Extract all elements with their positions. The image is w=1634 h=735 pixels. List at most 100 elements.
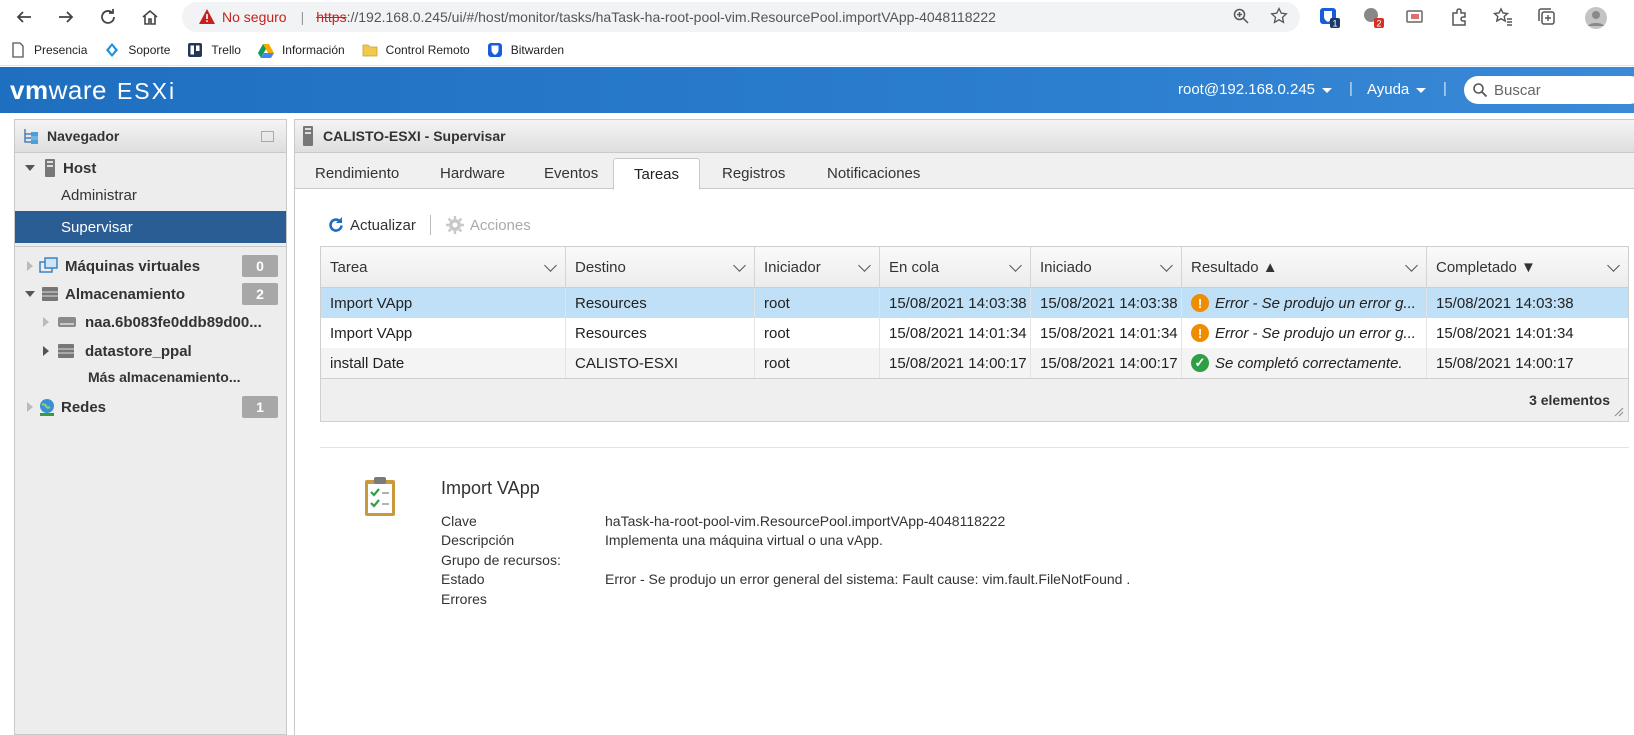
column-header-completado[interactable]: Completado ▼ bbox=[1427, 247, 1628, 288]
help-menu[interactable]: Ayuda bbox=[1367, 81, 1427, 98]
nav-host[interactable]: Host bbox=[15, 153, 286, 183]
address-bar[interactable]: No seguro | https://192.168.0.245/ui/#/h… bbox=[182, 2, 1300, 32]
gear-icon bbox=[445, 216, 464, 234]
column-menu-chevron-icon[interactable] bbox=[858, 259, 871, 272]
search-box[interactable] bbox=[1464, 76, 1634, 104]
collapse-panel-icon[interactable] bbox=[261, 131, 274, 142]
back-arrow-icon[interactable] bbox=[10, 4, 38, 30]
tab-hardware[interactable]: Hardware bbox=[420, 158, 525, 189]
column-header-resultado[interactable]: Resultado ▲ bbox=[1182, 247, 1427, 288]
favorites-list-icon[interactable] bbox=[1492, 6, 1514, 28]
cell-initiator: root bbox=[755, 318, 880, 348]
bitwarden-icon bbox=[487, 42, 502, 57]
search-input[interactable] bbox=[1494, 81, 1634, 99]
ext-badge-1: 1 bbox=[1332, 19, 1337, 29]
actions-label: Acciones bbox=[469, 216, 531, 234]
bookmark-trello[interactable]: Trello bbox=[187, 42, 241, 58]
result-text: Se completó correctamente. bbox=[1215, 354, 1403, 372]
column-menu-chevron-icon[interactable] bbox=[1405, 259, 1418, 272]
bookmark-presencia[interactable]: Presencia bbox=[10, 41, 87, 58]
detail-key-clave: Clave bbox=[441, 513, 477, 529]
column-header-en-cola[interactable]: En cola bbox=[880, 247, 1031, 288]
column-menu-chevron-icon[interactable] bbox=[1009, 259, 1022, 272]
nav-storage[interactable]: Almacenamiento 2 bbox=[15, 279, 286, 309]
tab-registros[interactable]: Registros bbox=[702, 158, 805, 189]
column-header-iniciador[interactable]: Iniciador bbox=[755, 247, 880, 288]
cell-started: 15/08/2021 14:03:38 bbox=[1031, 288, 1182, 318]
item-count: 3 elementos bbox=[1529, 392, 1610, 408]
column-menu-chevron-icon[interactable] bbox=[1607, 259, 1620, 272]
expand-triangle-icon[interactable] bbox=[25, 291, 35, 297]
nav-disk[interactable]: naa.6b083fe0ddb89d00... bbox=[15, 307, 286, 337]
nav-more-storage[interactable]: Más almacenamiento... bbox=[15, 362, 286, 392]
home-icon[interactable] bbox=[136, 4, 164, 30]
help-label: Ayuda bbox=[1367, 81, 1410, 98]
bookmark-bitwarden[interactable]: Bitwarden bbox=[487, 42, 564, 58]
forward-arrow-icon[interactable] bbox=[52, 4, 80, 30]
profile-avatar-icon[interactable] bbox=[1584, 6, 1607, 29]
bookmark-label: Información bbox=[281, 42, 345, 57]
user-menu[interactable]: root@192.168.0.245 bbox=[1178, 81, 1332, 98]
column-menu-chevron-icon[interactable] bbox=[1160, 259, 1173, 272]
error-icon: ! bbox=[1191, 294, 1209, 312]
navigator-title: Navegador bbox=[47, 128, 120, 144]
toolbar-divider bbox=[429, 215, 431, 235]
extension-badge-icon[interactable]: 2 bbox=[1362, 6, 1384, 29]
bitwarden-ext-icon[interactable]: 1 bbox=[1318, 6, 1340, 29]
bookmark-label: Bitwarden bbox=[510, 42, 565, 57]
nav-monitor[interactable]: Supervisar bbox=[15, 211, 286, 243]
host-server-icon bbox=[45, 159, 55, 177]
column-label: Iniciador bbox=[764, 259, 821, 276]
nav-manage[interactable]: Administrar bbox=[15, 180, 286, 210]
nav-more-storage-label: Más almacenamiento... bbox=[88, 369, 241, 385]
nav-datastore-label: datastore_ppal bbox=[85, 342, 192, 360]
detail-title: Import VApp bbox=[441, 478, 540, 498]
vmware-esxi-logo[interactable]: vmware ESXi bbox=[10, 75, 176, 106]
refresh-icon bbox=[329, 217, 343, 232]
column-menu-chevron-icon[interactable] bbox=[733, 259, 746, 272]
bookmark-control-remoto[interactable]: Control Remoto bbox=[362, 42, 470, 58]
nav-host-label: Host bbox=[63, 159, 97, 177]
table-row[interactable]: install Date CALISTO-ESXI root 15/08/202… bbox=[321, 348, 1628, 378]
actions-button[interactable]: Acciones bbox=[445, 215, 531, 235]
network-count-badge: 1 bbox=[242, 396, 278, 418]
datastore-icon bbox=[58, 344, 74, 358]
expand-triangle-icon[interactable] bbox=[43, 346, 49, 356]
table-row[interactable]: Import VApp Resources root 15/08/2021 14… bbox=[321, 288, 1628, 318]
tab-notificaciones[interactable]: Notificaciones bbox=[807, 158, 940, 189]
column-header-destino[interactable]: Destino bbox=[566, 247, 755, 288]
tab-tareas[interactable]: Tareas bbox=[613, 158, 701, 190]
bookmark-soporte[interactable]: Soporte bbox=[104, 42, 170, 58]
tab-rendimiento[interactable]: Rendimiento bbox=[295, 158, 419, 189]
collections-icon[interactable] bbox=[1536, 6, 1558, 28]
resize-grip-icon[interactable] bbox=[1614, 407, 1624, 417]
column-header-iniciado[interactable]: Iniciado bbox=[1031, 247, 1182, 288]
expand-triangle-icon[interactable] bbox=[25, 165, 35, 171]
nav-virtual-machines[interactable]: Máquinas virtuales 0 bbox=[15, 251, 286, 281]
cell-queued: 15/08/2021 14:00:17 bbox=[880, 348, 1031, 378]
bookmark-informacion[interactable]: Información bbox=[257, 42, 345, 58]
zoom-icon[interactable] bbox=[1232, 7, 1250, 25]
expand-triangle-icon[interactable] bbox=[27, 402, 33, 412]
column-menu-chevron-icon[interactable] bbox=[544, 259, 557, 272]
detail-value-clave: haTask-ha-root-pool-vim.ResourcePool.imp… bbox=[605, 513, 1006, 529]
refresh-button[interactable]: Actualizar bbox=[327, 216, 416, 234]
cell-target: CALISTO-ESXI bbox=[566, 348, 755, 378]
favorite-star-icon[interactable] bbox=[1270, 7, 1288, 25]
column-header-tarea[interactable]: Tarea bbox=[321, 247, 566, 288]
table-row[interactable]: Import VApp Resources root 15/08/2021 14… bbox=[321, 318, 1628, 348]
reload-icon[interactable] bbox=[94, 4, 122, 30]
expand-triangle-icon[interactable] bbox=[43, 317, 49, 327]
expand-triangle-icon[interactable] bbox=[27, 261, 33, 271]
extensions-puzzle-icon[interactable] bbox=[1448, 6, 1470, 28]
user-label: root@192.168.0.245 bbox=[1178, 81, 1315, 98]
refresh-label: Actualizar bbox=[350, 216, 416, 234]
nav-monitor-label: Supervisar bbox=[61, 218, 133, 236]
cell-initiator: root bbox=[755, 348, 880, 378]
cast-icon[interactable] bbox=[1404, 6, 1426, 28]
tab-eventos[interactable]: Eventos bbox=[524, 158, 618, 189]
nav-networks[interactable]: Redes 1 bbox=[15, 392, 286, 422]
insecure-label[interactable]: No seguro bbox=[222, 9, 287, 25]
cell-queued: 15/08/2021 14:03:38 bbox=[880, 288, 1031, 318]
nav-manage-label: Administrar bbox=[61, 186, 137, 204]
